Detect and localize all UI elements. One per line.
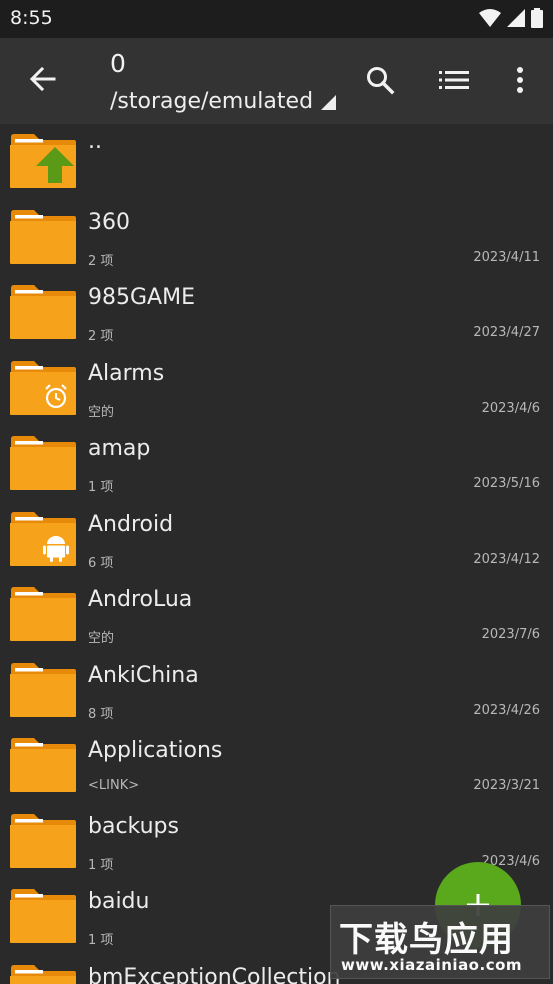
file-name: backups <box>88 813 179 839</box>
file-row[interactable]: 985GAME 2 项 2023/4/27 <box>0 275 553 350</box>
file-name: Alarms <box>88 360 165 386</box>
file-row[interactable]: 360 2 项 2023/4/11 <box>0 200 553 275</box>
file-date: 2023/4/26 <box>473 702 540 718</box>
file-row[interactable]: AndroLua 空的 2023/7/6 <box>0 577 553 652</box>
file-info: 空的 <box>88 631 115 646</box>
toolbar: 0 /storage/emulated <box>0 38 553 124</box>
file-date: 2023/4/6 <box>481 400 540 416</box>
back-arrow-icon <box>29 66 56 92</box>
status-time: 8:55 <box>10 7 53 29</box>
search-icon <box>367 67 395 95</box>
file-date: 2023/4/12 <box>473 551 540 567</box>
file-row[interactable]: Alarms 空的 2023/4/6 <box>0 351 553 426</box>
file-row[interactable]: Android 6 项 2023/4/12 <box>0 502 553 577</box>
alarm-folder-icon <box>10 360 76 415</box>
file-row[interactable]: amap 1 项 2023/5/16 <box>0 426 553 501</box>
search-button[interactable] <box>360 60 400 100</box>
folder-icon <box>10 813 76 868</box>
list-view-icon <box>439 71 469 89</box>
file-date: 2023/7/6 <box>481 627 540 642</box>
back-button[interactable] <box>24 60 62 98</box>
path-label: /storage/emulated <box>110 89 314 114</box>
file-date: 2023/4/27 <box>473 325 540 340</box>
file-info: 2 项 <box>88 253 114 269</box>
status-icons <box>479 8 543 28</box>
file-info: 1 项 <box>88 480 114 495</box>
watermark-url: www.xiazainiao.com <box>341 956 523 974</box>
file-date: 2023/4/11 <box>473 249 540 265</box>
file-info: 8 项 <box>88 706 114 722</box>
file-name: .. <box>88 129 102 154</box>
file-name: AndroLua <box>88 587 193 612</box>
watermark-title: 下载鸟应用 <box>339 920 514 960</box>
parent-folder-icon <box>10 134 76 188</box>
file-info: 空的 <box>88 404 115 420</box>
folder-icon <box>10 285 76 339</box>
file-name: baidu <box>88 889 150 914</box>
file-list: .. 360 2 项 2023/4/11 985GAME 2 项 2023/4/27 Alar… <box>0 124 553 984</box>
file-name: amap <box>88 436 151 461</box>
page-title: 0 <box>110 49 126 78</box>
file-date: 2023/3/21 <box>473 778 540 793</box>
file-info: <LINK> <box>88 778 140 793</box>
dropdown-caret-icon <box>321 95 337 110</box>
status-bar: 8:55 <box>0 0 553 38</box>
file-info: 2 项 <box>88 329 114 344</box>
parent-directory-row[interactable]: .. <box>0 124 553 199</box>
file-info: 1 项 <box>88 857 114 873</box>
folder-icon <box>10 889 76 943</box>
more-vert-icon <box>517 67 523 93</box>
file-name: Applications <box>88 738 223 763</box>
file-info: 1 项 <box>88 933 114 948</box>
file-name: Android <box>88 511 174 537</box>
battery-icon <box>531 8 543 28</box>
folder-icon <box>10 436 76 490</box>
path-dropdown[interactable]: /storage/emulated <box>110 89 337 114</box>
folder-icon <box>10 209 76 264</box>
signal-icon <box>507 9 525 27</box>
file-date: 2023/5/16 <box>473 476 540 491</box>
file-info: 6 项 <box>88 555 114 571</box>
more-options-button[interactable] <box>500 60 540 100</box>
list-view-button[interactable] <box>434 60 474 100</box>
folder-icon <box>10 738 76 792</box>
file-name: 985GAME <box>88 285 195 310</box>
watermark-logo: 下载鸟应用 www.xiazainiao.com <box>330 905 550 979</box>
folder-icon <box>10 587 76 641</box>
file-row[interactable]: Applications <LINK> 2023/3/21 <box>0 728 553 803</box>
wifi-icon <box>479 9 501 27</box>
file-name: AnkiChina <box>88 662 199 688</box>
file-name: 360 <box>88 209 130 235</box>
folder-icon <box>10 662 76 717</box>
android-folder-icon <box>10 511 76 566</box>
file-name: bmExceptionCollection <box>88 964 341 984</box>
folder-icon <box>10 964 76 984</box>
file-row[interactable]: AnkiChina 8 项 2023/4/26 <box>0 653 553 728</box>
